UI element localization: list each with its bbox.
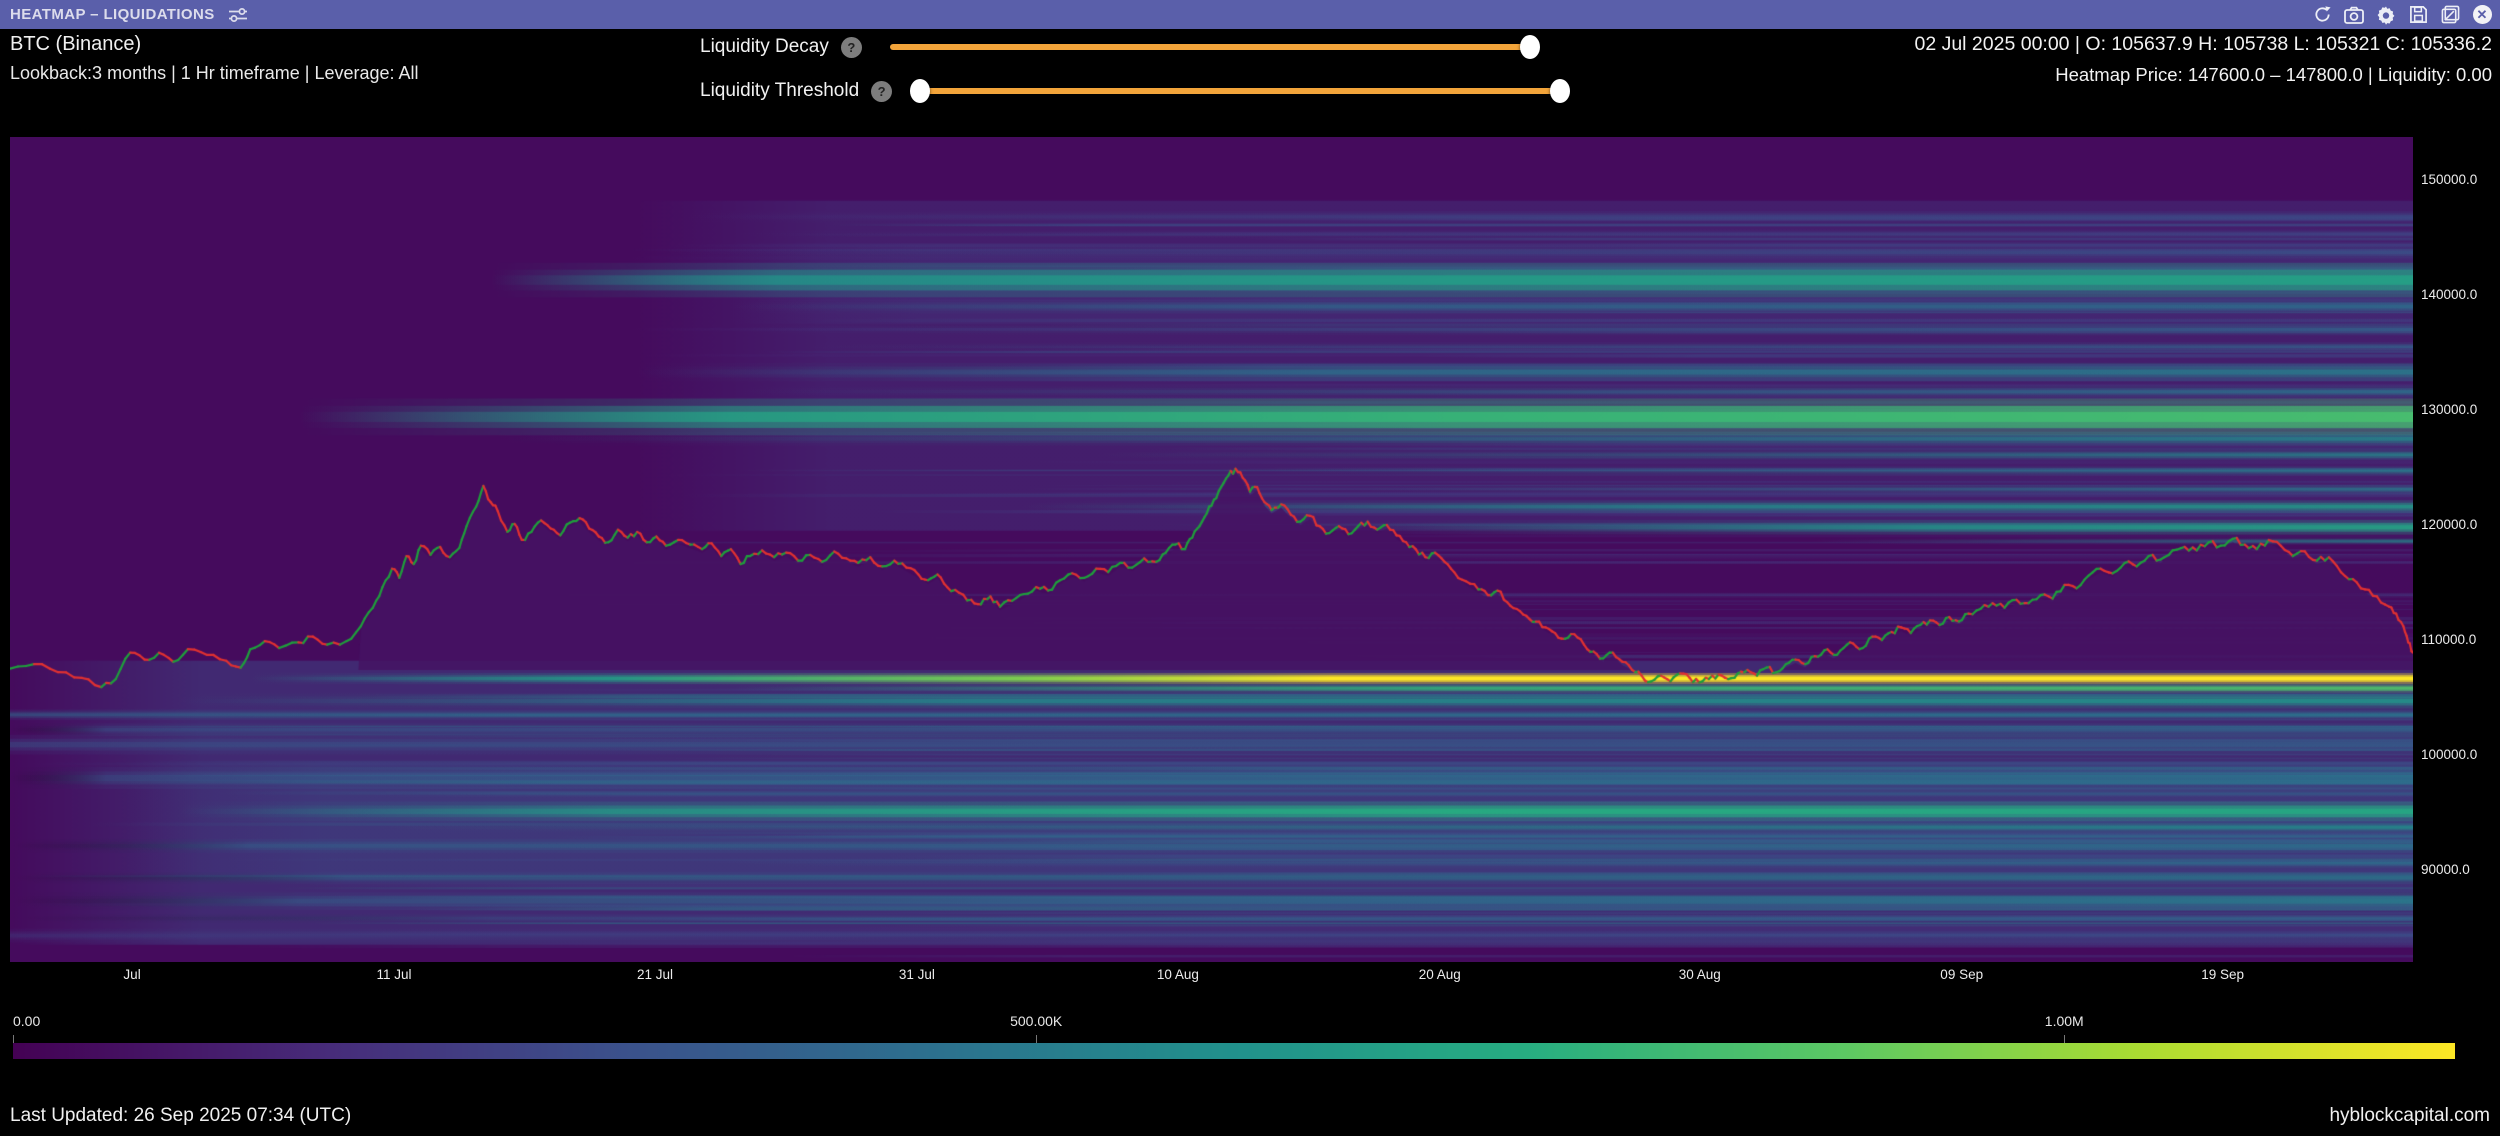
threshold-thumb-high[interactable] xyxy=(1550,79,1570,103)
price-tick-label: 90000.0 xyxy=(2421,862,2470,877)
price-tick-label: 100000.0 xyxy=(2421,747,2477,762)
heatmap-chart[interactable] xyxy=(10,137,2413,962)
liquidity-threshold-row: Liquidity Threshold ? xyxy=(700,77,1560,105)
date-tick-label: Jul xyxy=(123,967,140,982)
heatmap-price-readout: Heatmap Price: 147600.0 – 147800.0 | Liq… xyxy=(1914,64,2492,86)
threshold-thumb-low[interactable] xyxy=(910,79,930,103)
colorbar-label: 0.00 xyxy=(13,1013,40,1029)
title-bar: HEATMAP – LIQUIDATIONS xyxy=(0,0,2500,29)
liquidity-threshold-slider[interactable] xyxy=(920,77,1560,105)
colorbar-label: 500.00K xyxy=(1010,1013,1062,1029)
compare-icon[interactable] xyxy=(2440,5,2460,25)
colorbar-ticks xyxy=(13,1035,2455,1043)
slider-track xyxy=(920,88,1560,94)
date-axis: Jul 11 Jul 21 Jul 31 Jul 10 Aug 20 Aug 30 Aug 0… xyxy=(10,967,2413,987)
last-updated-label: Last Updated: 26 Sep 2025 07:34 (UTC) xyxy=(10,1105,351,1127)
slider-track xyxy=(890,44,1530,50)
date-tick-label: 20 Aug xyxy=(1419,967,1461,982)
price-tick-label: 130000.0 xyxy=(2421,402,2477,417)
price-axis: 150000.0 140000.0 130000.0 120000.0 110000.0… xyxy=(2421,137,2500,962)
crosshair-readout: 02 Jul 2025 00:00 | O: 105637.9 H: 10573… xyxy=(1914,33,2492,86)
colorbar-gradient xyxy=(13,1043,2455,1059)
liquidity-decay-slider[interactable] xyxy=(890,33,1530,61)
price-tick-label: 120000.0 xyxy=(2421,517,2477,532)
colorbar-label: 1.00M xyxy=(2045,1013,2084,1029)
help-icon[interactable]: ? xyxy=(871,81,892,102)
date-tick-label: 10 Aug xyxy=(1157,967,1199,982)
date-tick-label: 30 Aug xyxy=(1679,967,1721,982)
camera-icon[interactable] xyxy=(2344,5,2364,25)
help-icon[interactable]: ? xyxy=(841,37,862,58)
date-tick-label: 09 Sep xyxy=(1940,967,1983,982)
gear-icon[interactable] xyxy=(2376,5,2396,25)
symbol-label: BTC (Binance) xyxy=(10,33,141,56)
ohlc-readout: 02 Jul 2025 00:00 | O: 105637.9 H: 10573… xyxy=(1914,33,2492,56)
app-window: HEATMAP – LIQUIDATIONS xyxy=(0,0,2500,1136)
close-icon[interactable]: ✕ xyxy=(2472,5,2492,25)
decay-thumb[interactable] xyxy=(1520,35,1540,59)
header-actions: ✕ xyxy=(2300,0,2492,29)
lookback-label: Lookback:3 months | 1 Hr timeframe | Lev… xyxy=(10,63,419,84)
window-title: HEATMAP – LIQUIDATIONS xyxy=(10,6,215,23)
tune-icon[interactable] xyxy=(228,5,248,25)
price-tick-label: 150000.0 xyxy=(2421,172,2477,187)
liquidity-decay-label: Liquidity Decay xyxy=(700,36,829,58)
date-tick-label: 11 Jul xyxy=(376,967,411,982)
colorbar-labels: 0.00 500.00K 1.00M xyxy=(13,1013,2455,1033)
save-icon[interactable] xyxy=(2408,5,2428,25)
date-tick-label: 21 Jul xyxy=(637,967,673,982)
liquidity-decay-row: Liquidity Decay ? xyxy=(700,33,1560,61)
price-tick-label: 110000.0 xyxy=(2421,632,2476,647)
date-tick-label: 31 Jul xyxy=(899,967,935,982)
site-label: hyblockcapital.com xyxy=(2329,1105,2490,1127)
price-tick-label: 140000.0 xyxy=(2421,287,2477,302)
liquidity-threshold-label: Liquidity Threshold xyxy=(700,80,859,102)
date-tick-label: 19 Sep xyxy=(2201,967,2244,982)
slider-controls: Liquidity Decay ? Liquidity Threshold ? xyxy=(700,33,1560,121)
refresh-icon[interactable] xyxy=(2312,5,2332,25)
heatmap-canvas[interactable] xyxy=(10,137,2413,962)
